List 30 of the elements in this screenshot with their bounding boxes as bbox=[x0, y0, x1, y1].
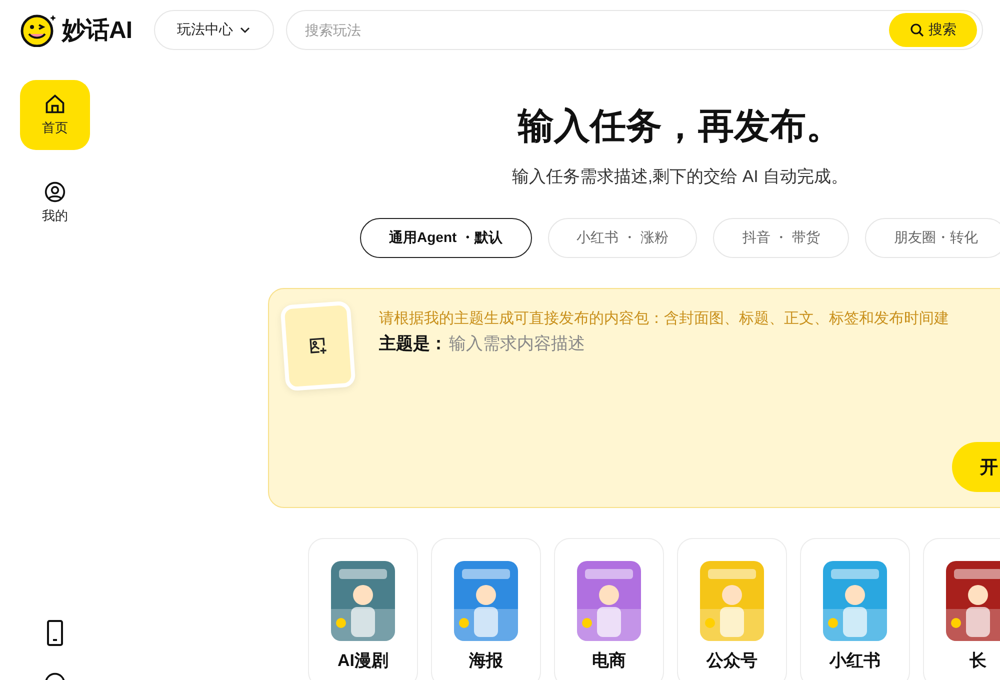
mode-tab[interactable]: 朋友圈・转化 bbox=[865, 218, 1000, 258]
topic-input[interactable]: 输入需求内容描述 bbox=[447, 332, 747, 354]
page-subtitle: 输入任务需求描述,剩下的交给 AI 自动完成。 bbox=[512, 166, 848, 188]
nav-item[interactable]: 我的 bbox=[20, 168, 90, 238]
search-field[interactable]: 搜索玩法 搜索 bbox=[286, 10, 983, 50]
category-label: AI漫剧 bbox=[338, 650, 388, 672]
category-label: 电商 bbox=[592, 650, 626, 672]
topic-label: 主题是： bbox=[379, 333, 447, 355]
category-card[interactable]: 长 bbox=[923, 538, 1000, 680]
menu-dropdown[interactable]: 玩法中心 bbox=[154, 10, 274, 50]
category-card[interactable]: 公众号 bbox=[677, 538, 787, 680]
category-card[interactable]: 海报 bbox=[431, 538, 541, 680]
category-label: 小红书 bbox=[830, 650, 880, 672]
category-card[interactable]: 小红书 bbox=[800, 538, 910, 680]
category-label: 公众号 bbox=[706, 650, 758, 672]
mode-tab[interactable]: 通用Agent ・默认 bbox=[360, 218, 532, 258]
brand-name: 妙话AI bbox=[62, 16, 132, 46]
search-button[interactable]: 搜索 bbox=[889, 13, 977, 47]
category-label: 海报 bbox=[469, 650, 503, 672]
nav-label: 我的 bbox=[42, 207, 68, 225]
start-button[interactable]: 开 bbox=[952, 442, 1000, 492]
nav-label: 首页 bbox=[42, 119, 68, 137]
category-card[interactable]: AI漫剧 bbox=[308, 538, 418, 680]
mode-tab[interactable]: 抖音 ・ 带货 bbox=[713, 218, 850, 258]
prompt-text: 请根据我的主题生成可直接发布的内容包：含封面图、标题、正文、标签和发布时间建 bbox=[379, 309, 949, 328]
mode-tab[interactable]: 小红书 ・ 涨粉 bbox=[548, 218, 698, 258]
category-card[interactable]: 电商 bbox=[554, 538, 664, 680]
page-title: 输入任务，再发布。 bbox=[518, 104, 842, 148]
nav-item[interactable]: 首页 bbox=[20, 80, 90, 150]
category-label: 长 bbox=[970, 650, 986, 672]
